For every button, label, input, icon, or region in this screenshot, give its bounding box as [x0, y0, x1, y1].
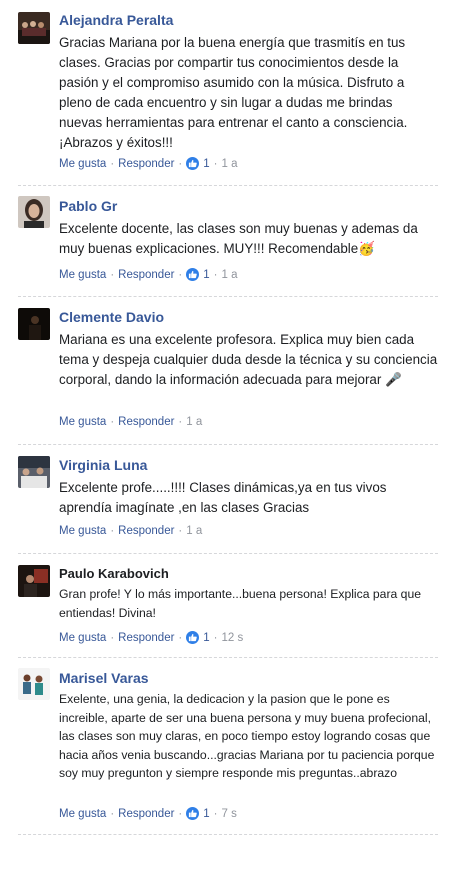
divider — [18, 553, 438, 554]
like-button[interactable]: Me gusta — [59, 632, 106, 644]
comment-text: Mariana es una excelente profesora. Expl… — [59, 332, 438, 387]
avatar[interactable] — [18, 196, 50, 228]
separator: · — [213, 807, 218, 820]
separator: · — [110, 416, 115, 428]
like-count[interactable]: 1 — [203, 808, 209, 820]
separator: · — [178, 525, 183, 537]
comment-author[interactable]: Alejandra Peralta — [59, 12, 173, 28]
separator: · — [110, 268, 115, 281]
like-button[interactable]: Me gusta — [59, 808, 106, 820]
divider — [18, 444, 438, 445]
avatar[interactable] — [18, 456, 50, 488]
avatar[interactable] — [18, 668, 50, 700]
like-button[interactable]: Me gusta — [59, 158, 106, 170]
divider — [18, 834, 438, 835]
separator: · — [178, 416, 183, 428]
avatar[interactable] — [18, 565, 50, 597]
comment-author[interactable]: Pablo Gr — [59, 198, 117, 214]
like-button[interactable]: Me gusta — [59, 269, 106, 281]
comment-text: Gracias Mariana por la buena energía que… — [59, 35, 408, 150]
like-icon[interactable] — [186, 807, 200, 820]
comment-text: Gran profe! Y lo más importante...buena … — [59, 587, 422, 620]
separator: · — [178, 807, 183, 820]
comment-actions: Me gusta · Responder · 1 a — [59, 416, 202, 428]
like-button[interactable]: Me gusta — [59, 416, 106, 428]
comment-author[interactable]: Marisel Varas — [59, 670, 149, 686]
reply-button[interactable]: Responder — [118, 632, 174, 644]
like-icon[interactable] — [186, 157, 200, 170]
comment-actions: Me gusta · Responder · 1 a — [59, 525, 202, 537]
avatar[interactable] — [18, 308, 50, 340]
separator: · — [110, 157, 115, 170]
avatar[interactable] — [18, 12, 50, 44]
separator: · — [178, 631, 183, 644]
comment-text: Excelente docente, las clases son muy bu… — [59, 221, 418, 256]
comment-actions: Me gusta · Responder · 1 · 12 s — [59, 631, 243, 644]
like-count[interactable]: 1 — [203, 158, 209, 170]
comment-author[interactable]: Clemente Davio — [59, 309, 164, 325]
timestamp[interactable]: 1 a — [222, 269, 238, 281]
separator: · — [213, 157, 218, 170]
divider — [18, 657, 438, 658]
comment-author[interactable]: Paulo Karabovich — [59, 566, 169, 581]
timestamp[interactable]: 12 s — [222, 632, 244, 644]
timestamp[interactable]: 1 a — [222, 158, 238, 170]
comment-text: Excelente profe.....!!!! Clases dinámica… — [59, 480, 387, 515]
timestamp[interactable]: 1 a — [186, 416, 202, 428]
divider — [18, 296, 438, 297]
comment-actions: Me gusta · Responder · 1 · 1 a — [59, 268, 238, 281]
like-icon[interactable] — [186, 631, 200, 644]
like-icon[interactable] — [186, 268, 200, 281]
like-count[interactable]: 1 — [203, 269, 209, 281]
like-count[interactable]: 1 — [203, 632, 209, 644]
reply-button[interactable]: Responder — [118, 158, 174, 170]
reply-button[interactable]: Responder — [118, 416, 174, 428]
timestamp[interactable]: 7 s — [222, 808, 237, 820]
timestamp[interactable]: 1 a — [186, 525, 202, 537]
separator: · — [178, 157, 183, 170]
separator: · — [213, 268, 218, 281]
reply-button[interactable]: Responder — [118, 808, 174, 820]
comment-actions: Me gusta · Responder · 1 · 1 a — [59, 157, 238, 170]
separator: · — [110, 525, 115, 537]
comment-author[interactable]: Virginia Luna — [59, 457, 147, 473]
separator: · — [110, 631, 115, 644]
separator: · — [213, 631, 218, 644]
comment-actions: Me gusta · Responder · 1 · 7 s — [59, 807, 237, 820]
separator: · — [178, 268, 183, 281]
divider — [18, 185, 438, 186]
comment-text: Exelente, una genia, la dedicacion y la … — [59, 692, 435, 780]
reply-button[interactable]: Responder — [118, 269, 174, 281]
separator: · — [110, 807, 115, 820]
like-button[interactable]: Me gusta — [59, 525, 106, 537]
reply-button[interactable]: Responder — [118, 525, 174, 537]
